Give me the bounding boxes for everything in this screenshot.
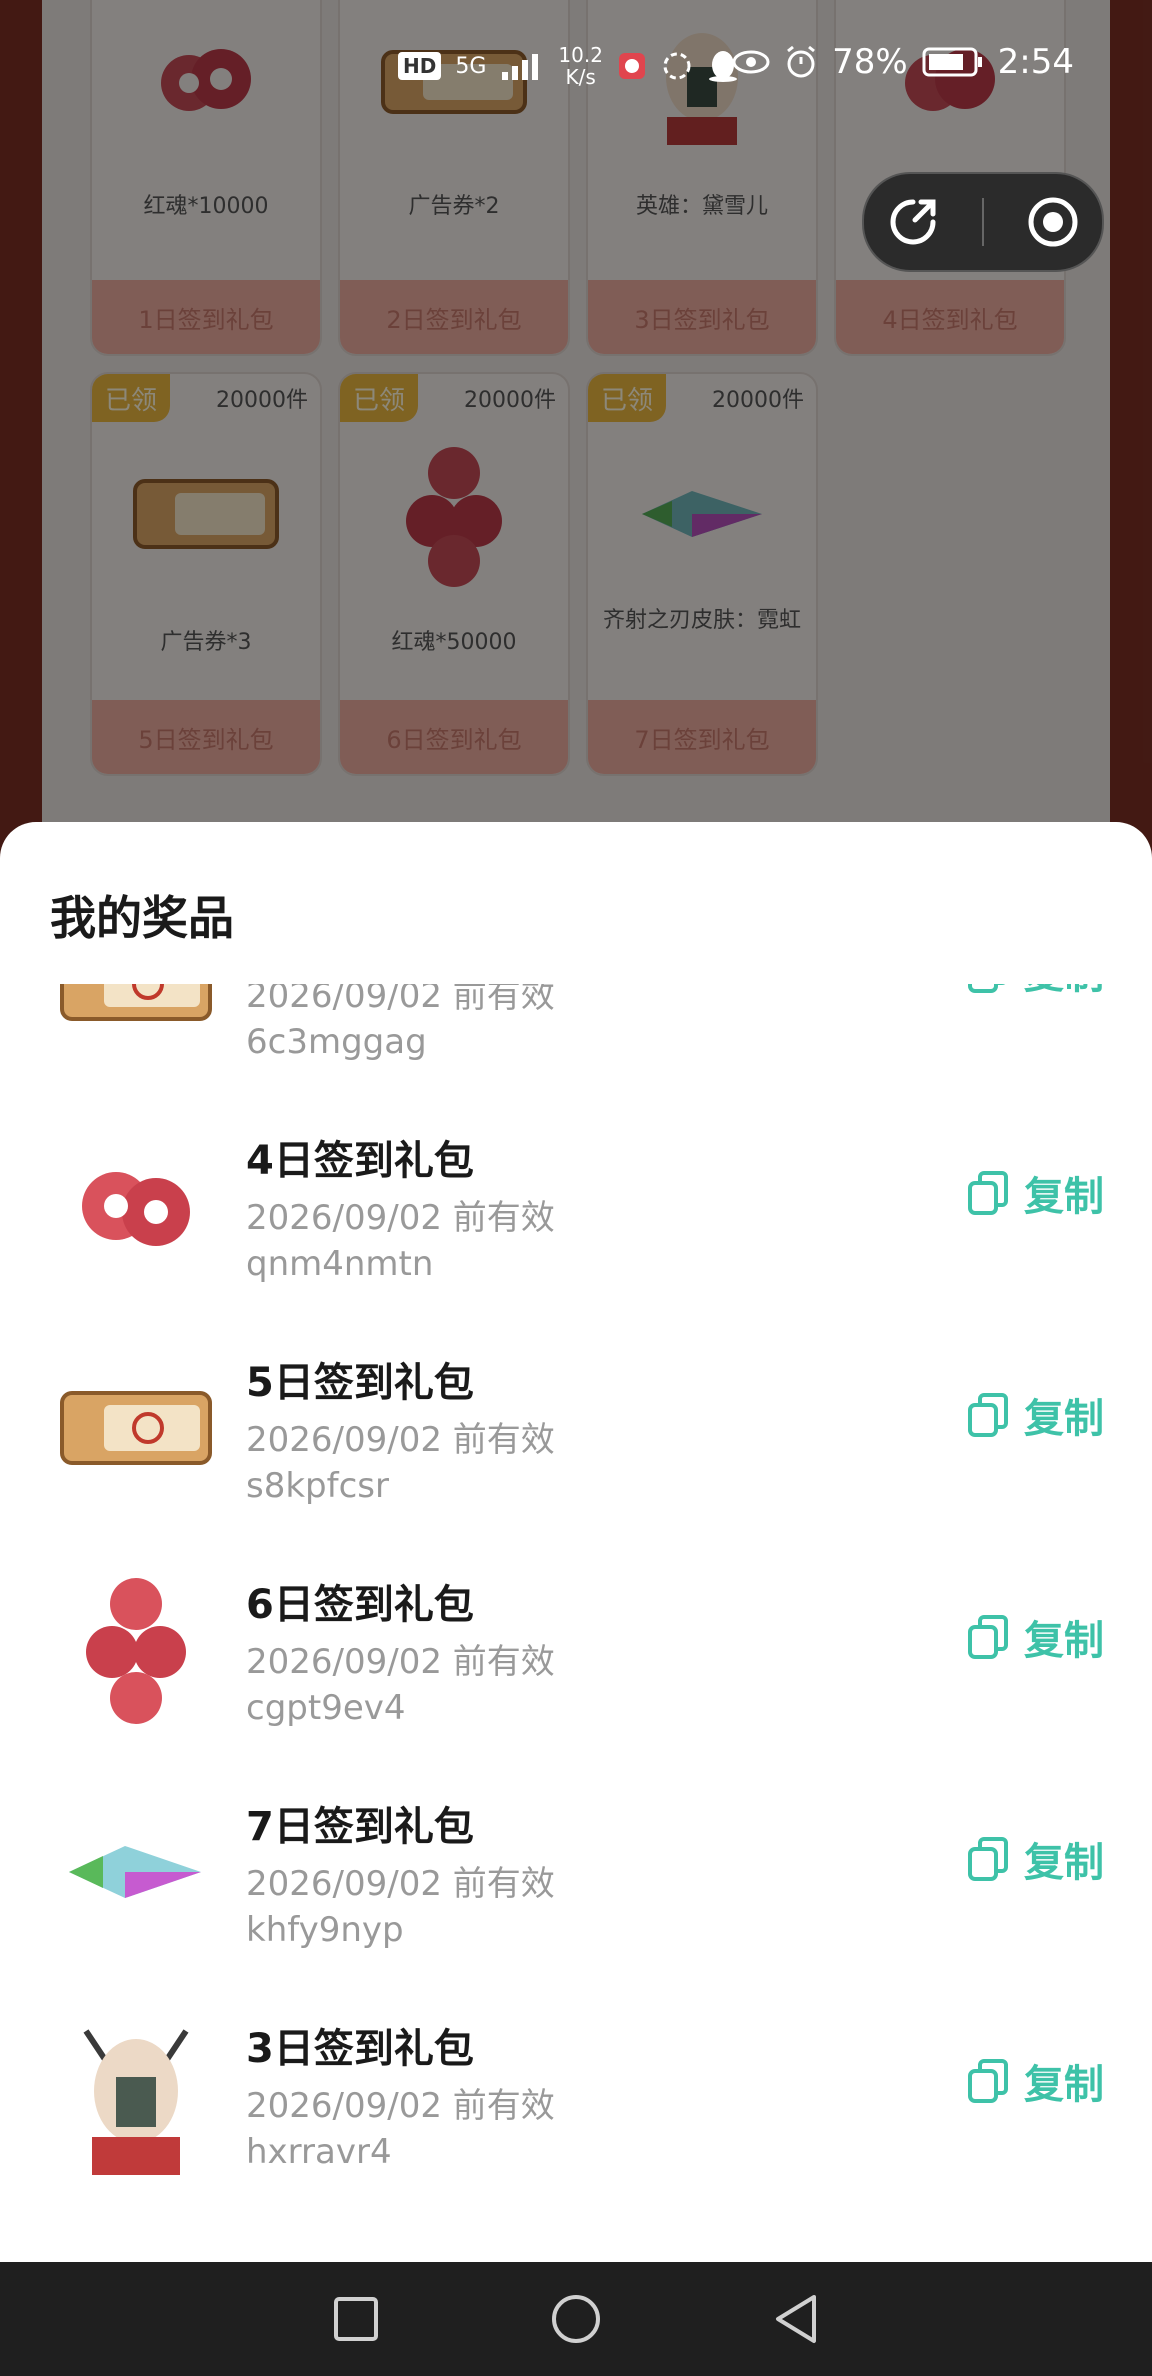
- miniapp-capsule: [862, 172, 1104, 272]
- prize-code: s8kpfcsr: [246, 1466, 389, 1506]
- ticket-icon: [56, 984, 216, 1052]
- share-icon[interactable]: [885, 194, 941, 250]
- prize-code: qnm4nmtn: [246, 1244, 434, 1284]
- copy-icon: [968, 1393, 1008, 1437]
- back-icon[interactable]: [772, 2293, 820, 2345]
- prize-title: 3日签到礼包: [246, 2026, 474, 2072]
- network-speed: 10.2 K/s: [558, 44, 603, 88]
- prize-title: 6日签到礼包: [246, 1582, 474, 1628]
- copy-button[interactable]: 复制: [966, 1830, 1104, 1888]
- prize-expiry: 2026/09/02 前有效: [246, 1864, 555, 1904]
- copy-icon: [968, 1171, 1008, 1215]
- hero-portrait-icon: [56, 2026, 216, 2175]
- speed-value: 10.2: [558, 43, 603, 67]
- copy-icon: [968, 984, 1006, 993]
- copy-icon: [968, 1615, 1008, 1659]
- copy-button[interactable]: 复制: [966, 1164, 1104, 1222]
- loading-icon: [663, 52, 691, 80]
- status-left: HD 5G 10.2 K/s: [398, 44, 739, 88]
- status-right: 78% 2:54: [732, 42, 1074, 82]
- speed-unit: K/s: [565, 65, 596, 89]
- signal-icon: [502, 54, 539, 80]
- prize-expiry: 2026/09/02 前有效: [246, 1420, 555, 1460]
- prize-expiry: 2026/09/02 前有效: [246, 1198, 555, 1238]
- red-soul-icon: [56, 1138, 216, 1274]
- copy-label: 复制: [1024, 2062, 1104, 2108]
- prize-code: khfy9nyp: [246, 1910, 404, 1950]
- prize-title: 4日签到礼包: [246, 1138, 474, 1184]
- prize-code: hxrravr4: [246, 2132, 392, 2172]
- prize-item: 3日签到礼包 2026/09/02 前有效 hxrravr4 复制: [0, 1982, 1152, 2204]
- status-bar: HD 5G 10.2 K/s 78% 2:54: [0, 0, 1152, 130]
- prize-title: 5日签到礼包: [246, 1360, 474, 1406]
- sheet-title: 我的奖品: [50, 891, 234, 945]
- copy-button[interactable]: 复制: [966, 1608, 1104, 1666]
- prize-item: 5日签到礼包 2026/09/02 前有效 s8kpfcsr 复制: [0, 1316, 1152, 1538]
- prize-item: 4日签到礼包 2026/09/02 前有效 qnm4nmtn 复制: [0, 1094, 1152, 1316]
- eye-icon: [732, 50, 770, 74]
- blade-skin-icon: [56, 1804, 216, 1940]
- capsule-divider: [981, 198, 984, 246]
- recent-apps-icon[interactable]: [332, 2295, 380, 2343]
- prize-expiry: 2026/09/02 前有效: [246, 1642, 555, 1682]
- prize-expiry: 2026/09/02 前有效: [246, 984, 555, 1016]
- copy-label: 复制: [1024, 1840, 1104, 1886]
- prize-code: cgpt9ev4: [246, 1688, 406, 1728]
- copy-button[interactable]: 复制: [966, 984, 1104, 1000]
- battery-percent: 78%: [832, 42, 908, 82]
- app-notification-icon: [618, 53, 645, 79]
- copy-label: 复制: [1024, 1396, 1104, 1442]
- copy-label: 复制: [1024, 984, 1104, 1000]
- prize-list[interactable]: 2026/09/02 前有效 6c3mggag 复制 4日签到礼包 2026/0…: [0, 984, 1152, 2262]
- network-type: 5G: [455, 53, 487, 79]
- red-soul-stack-icon: [56, 1578, 216, 1724]
- copy-label: 复制: [1024, 1174, 1104, 1220]
- copy-button[interactable]: 复制: [966, 2052, 1104, 2110]
- prize-code: 6c3mggag: [246, 1022, 427, 1062]
- prize-item: 2026/09/02 前有效 6c3mggag 复制: [0, 984, 1152, 1094]
- prize-item: 7日签到礼包 2026/09/02 前有效 khfy9nyp 复制: [0, 1760, 1152, 1982]
- copy-icon: [968, 2059, 1008, 2103]
- hd-badge: HD: [398, 52, 442, 80]
- prize-item: 6日签到礼包 2026/09/02 前有效 cgpt9ev4 复制: [0, 1538, 1152, 1760]
- copy-button[interactable]: 复制: [966, 1386, 1104, 1444]
- my-prizes-sheet: 我的奖品 2026/09/02 前有效 6c3mggag 复制: [0, 822, 1152, 2262]
- prize-expiry: 2026/09/02 前有效: [246, 2086, 555, 2126]
- system-navigation-bar: [0, 2262, 1152, 2376]
- ticket-icon: [56, 1360, 216, 1496]
- battery-icon: [922, 47, 982, 77]
- close-miniapp-icon[interactable]: [1025, 194, 1081, 250]
- copy-icon: [968, 1837, 1008, 1881]
- home-icon[interactable]: [550, 2293, 602, 2345]
- alarm-icon: [787, 45, 815, 78]
- prize-title: 7日签到礼包: [246, 1804, 474, 1850]
- clock-time: 2:54: [997, 42, 1074, 82]
- copy-label: 复制: [1024, 1618, 1104, 1664]
